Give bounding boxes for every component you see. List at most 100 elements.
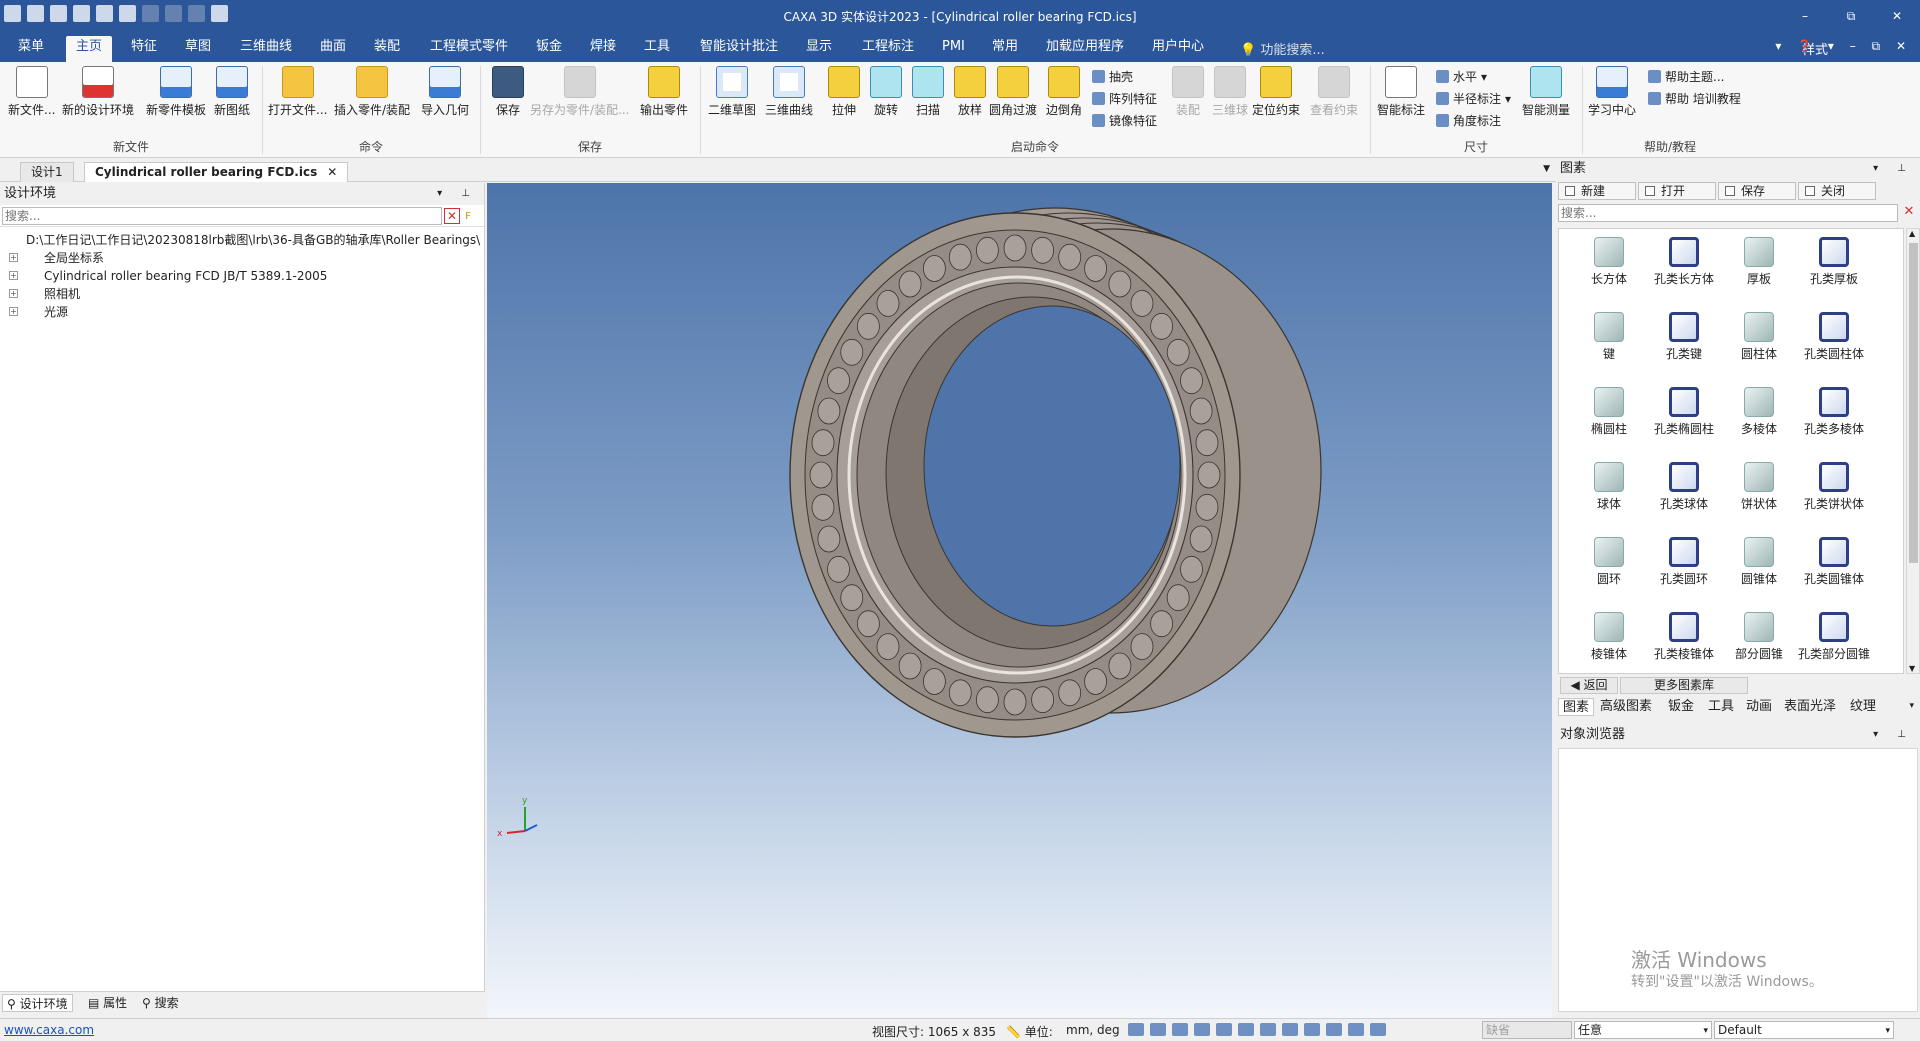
search-options-icon[interactable]: ꜰ xyxy=(465,208,471,222)
library-item[interactable]: 孔类圆环 xyxy=(1646,531,1722,587)
caxa-link[interactable]: www.caxa.com xyxy=(4,1023,94,1037)
tab-elements[interactable]: 图素 xyxy=(1558,698,1595,716)
minimize-button[interactable]: – xyxy=(1782,0,1828,32)
radius-dimension-button[interactable]: 半径标注 ▾ xyxy=(1436,90,1511,107)
tab-menu[interactable]: 菜单 xyxy=(8,36,54,62)
assembly-button[interactable]: 装配 xyxy=(1172,66,1204,118)
library-item[interactable]: 孔类饼状体 xyxy=(1796,456,1872,512)
library-save-button[interactable]: 保存 xyxy=(1718,182,1796,200)
filter-combo[interactable]: 任意 ▾ xyxy=(1574,1021,1712,1039)
chevron-down-icon[interactable]: ▾ xyxy=(1909,701,1914,711)
tab-sketch[interactable]: 草图 xyxy=(175,36,221,62)
new-drawing-button[interactable]: 新图纸 xyxy=(214,66,250,118)
function-search[interactable]: 💡 功能搜索... xyxy=(1240,39,1325,58)
section-icon[interactable] xyxy=(1238,1023,1254,1036)
library-item[interactable]: 孔类键 xyxy=(1646,306,1722,362)
tab-advanced-elements[interactable]: 高级图素 xyxy=(1596,698,1656,716)
tree-item-camera[interactable]: + 照相机 xyxy=(0,285,484,303)
tab-welding[interactable]: 焊接 xyxy=(580,36,626,62)
library-item[interactable]: 孔类部分圆锥 xyxy=(1796,606,1872,662)
help-window-controls[interactable]: ▾ ❓ ▾ – ⧉ ✕ xyxy=(1775,39,1912,54)
new-design-env-button[interactable]: 新的设计环境 xyxy=(62,66,134,118)
bearing-model[interactable]: x y xyxy=(487,183,1552,1018)
horizontal-dimension-button[interactable]: 水平 ▾ xyxy=(1436,68,1487,85)
expand-icon[interactable]: + xyxy=(9,289,18,298)
smart-measure-button[interactable]: 智能测量 xyxy=(1522,66,1570,118)
tab-feature[interactable]: 特征 xyxy=(121,36,167,62)
back-button[interactable]: ◀ 返回 xyxy=(1560,677,1618,694)
library-item[interactable]: 长方体 xyxy=(1571,231,1647,287)
library-item[interactable]: 孔类棱锥体 xyxy=(1646,606,1722,662)
new-file-button[interactable]: 新文件... xyxy=(8,66,55,118)
tree-item-light[interactable]: + 光源 xyxy=(0,303,484,321)
tree-item-root[interactable]: D:\工作日记\工作日记\20230818lrb截图\lrb\36-具备GB的轴… xyxy=(0,231,484,249)
2d-sketch-button[interactable]: 二维草图 xyxy=(708,66,756,118)
view-constraint-button[interactable]: 查看约束 xyxy=(1310,66,1358,118)
library-item[interactable]: 孔类椭圆柱 xyxy=(1646,381,1722,437)
export-part-button[interactable]: 输出零件 xyxy=(640,66,688,118)
select-cursor-icon[interactable] xyxy=(1348,1023,1364,1036)
chamfer-button[interactable]: 边倒角 xyxy=(1046,66,1082,118)
tab-sheet-metal-lib[interactable]: 钣金 xyxy=(1664,698,1698,716)
new-part-template-button[interactable]: 新零件模板 xyxy=(146,66,206,118)
library-new-button[interactable]: 新建 xyxy=(1558,182,1636,200)
style-combo[interactable]: Default ▾ xyxy=(1714,1021,1894,1039)
restore-button[interactable]: ⧉ xyxy=(1828,0,1874,32)
help-topics-button[interactable]: 帮助主题... xyxy=(1648,68,1724,85)
tab-sheet-metal[interactable]: 钣金 xyxy=(526,36,572,62)
library-item[interactable]: 孔类厚板 xyxy=(1796,231,1872,287)
learning-center-button[interactable]: 学习中心 xyxy=(1588,66,1636,118)
tab-assembly[interactable]: 装配 xyxy=(364,36,410,62)
extrude-button[interactable]: 拉伸 xyxy=(828,66,860,118)
library-item[interactable]: 圆锥体 xyxy=(1721,531,1797,587)
pattern-feature-button[interactable]: 阵列特征 xyxy=(1092,90,1157,107)
display-icon[interactable] xyxy=(1216,1023,1232,1036)
tree-item-bearing[interactable]: + Cylindrical roller bearing FCD JB/T 538… xyxy=(0,267,484,285)
filter-icon[interactable] xyxy=(1326,1023,1342,1036)
tab-tools[interactable]: 工具 xyxy=(634,36,680,62)
position-constraint-button[interactable]: 定位约束 xyxy=(1252,66,1300,118)
revolve-button[interactable]: 旋转 xyxy=(870,66,902,118)
light-icon[interactable] xyxy=(1260,1023,1276,1036)
library-item[interactable]: 棱锥体 xyxy=(1571,606,1647,662)
tab-home[interactable]: 主页 xyxy=(66,36,113,62)
shell-button[interactable]: 抽壳 xyxy=(1092,68,1133,85)
library-open-button[interactable]: 打开 xyxy=(1638,182,1716,200)
expand-icon[interactable]: + xyxy=(9,307,18,316)
tab-engineering-dimension[interactable]: 工程标注 xyxy=(852,36,924,62)
insert-part-button[interactable]: 插入零件/装配 xyxy=(334,66,410,118)
library-item[interactable]: 孔类多棱体 xyxy=(1796,381,1872,437)
library-item[interactable]: 多棱体 xyxy=(1721,381,1797,437)
view-orientation-icon[interactable] xyxy=(1172,1023,1188,1036)
3d-curve-button[interactable]: 三维曲线 xyxy=(765,66,813,118)
expand-icon[interactable]: + xyxy=(9,253,18,262)
clear-search-icon[interactable]: ✕ xyxy=(1901,205,1917,221)
camera-icon[interactable] xyxy=(1282,1023,1298,1036)
3d-viewport[interactable]: x y xyxy=(487,183,1552,1018)
pick-icon[interactable] xyxy=(1370,1023,1386,1036)
library-close-button[interactable]: 关闭 xyxy=(1798,182,1876,200)
tab-user-center[interactable]: 用户中心 xyxy=(1142,36,1214,62)
chevron-down-icon[interactable]: ▼ xyxy=(1543,164,1550,174)
library-item[interactable]: 厚板 xyxy=(1721,231,1797,287)
doc-tab-bearing[interactable]: Cylindrical roller bearing FCD.ics ✕ xyxy=(84,162,349,182)
save-as-part-button[interactable]: 另存为零件/装配... xyxy=(530,66,630,118)
doc-tab-design1[interactable]: 设计1 xyxy=(20,162,74,182)
fillet-button[interactable]: 圆角过渡 xyxy=(989,66,1037,118)
library-item[interactable]: 球体 xyxy=(1571,456,1647,512)
loft-button[interactable]: 放样 xyxy=(954,66,986,118)
tab-animation[interactable]: 动画 xyxy=(1742,698,1776,716)
library-item[interactable]: 孔类圆柱体 xyxy=(1796,306,1872,362)
tree-search-input[interactable] xyxy=(2,207,442,225)
library-scrollbar[interactable]: ▲ ▼ xyxy=(1906,228,1920,674)
render-mode-icon[interactable] xyxy=(1194,1023,1210,1036)
expand-icon[interactable]: + xyxy=(9,271,18,280)
pin-icon[interactable]: ▾ ⊥ xyxy=(1873,158,1914,180)
tab-design-env[interactable]: ⚲ 设计环境 xyxy=(2,994,73,1012)
open-file-button[interactable]: 打开文件... xyxy=(268,66,327,118)
smart-dimension-button[interactable]: 智能标注 xyxy=(1377,66,1425,118)
close-tab-icon[interactable]: ✕ xyxy=(327,165,337,179)
box-view-icon[interactable] xyxy=(1304,1023,1320,1036)
tab-common[interactable]: 常用 xyxy=(982,36,1028,62)
library-item[interactable]: 圆环 xyxy=(1571,531,1647,587)
